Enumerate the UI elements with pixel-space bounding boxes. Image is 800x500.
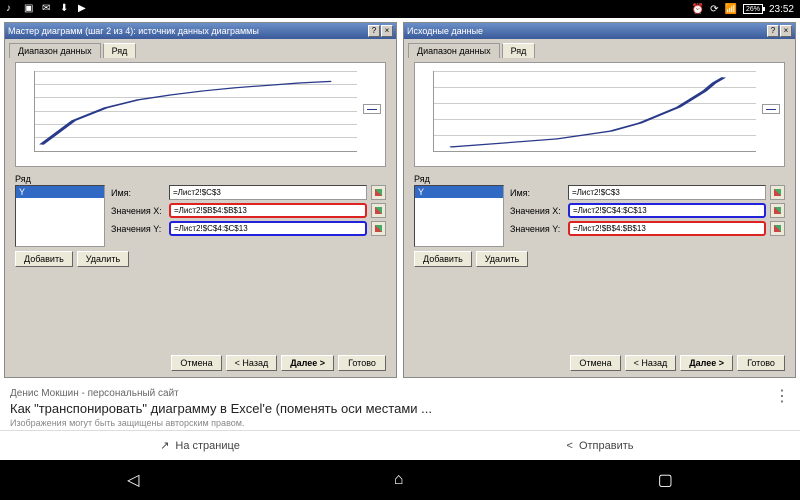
add-series-button[interactable]: Добавить <box>414 251 472 267</box>
close-button[interactable]: × <box>780 25 792 37</box>
open-page-label: На странице <box>175 440 239 452</box>
more-options-icon[interactable]: ⋮ <box>774 386 790 406</box>
name-label: Имя: <box>111 188 165 198</box>
notif-icon: ✉ <box>42 3 54 15</box>
x-values-input[interactable]: =Лист2!$C$4:$C$13 <box>568 203 766 218</box>
share-button[interactable]: < Отправить <box>400 431 800 460</box>
cancel-button[interactable]: Отмена <box>171 355 221 371</box>
page-title[interactable]: Как "транспонировать" диаграмму в Excel'… <box>10 401 790 416</box>
finish-button[interactable]: Готово <box>737 355 785 371</box>
chart-wizard-dialog-left: Мастер диаграмм (шаг 2 из 4): источник д… <box>4 22 397 378</box>
image-caption-panel: ⋮ Денис Мокшин - персональный сайт Как "… <box>0 382 800 430</box>
clock: 23:52 <box>769 4 794 15</box>
back-button[interactable]: < Назад <box>226 355 278 371</box>
series-listbox[interactable]: Y <box>414 185 504 247</box>
recent-nav-icon[interactable]: ▢ <box>658 470 673 490</box>
source-data-dialog-right: Исходные данные ? × Диапазон данных Ряд <box>403 22 796 378</box>
close-button[interactable]: × <box>381 25 393 37</box>
chart-plot-area <box>433 71 756 152</box>
tab-series[interactable]: Ряд <box>502 43 536 58</box>
help-button[interactable]: ? <box>368 25 380 37</box>
share-icon: < <box>567 440 573 452</box>
y-values-input[interactable]: =Лист2!$B$4:$B$13 <box>568 221 766 236</box>
chart-legend <box>762 104 780 114</box>
window-title: Исходные данные <box>407 26 483 36</box>
chart-preview <box>414 62 785 167</box>
name-input[interactable]: =Лист2!$C$3 <box>169 185 367 200</box>
y-values-input[interactable]: =Лист2!$C$4:$C$13 <box>169 221 367 236</box>
sync-icon: ⟳ <box>710 4 718 15</box>
notif-icon: ⬇ <box>60 3 72 15</box>
x-values-label: Значения X: <box>111 206 165 216</box>
open-page-button[interactable]: ↗ На странице <box>0 431 400 460</box>
tab-range[interactable]: Диапазон данных <box>9 43 101 58</box>
back-button[interactable]: < Назад <box>625 355 677 371</box>
open-icon: ↗ <box>160 439 169 452</box>
range-picker-icon[interactable] <box>770 221 785 236</box>
range-picker-icon[interactable] <box>371 221 386 236</box>
series-section-label: Ряд <box>414 174 785 184</box>
copyright-note: Изображения могут быть защищены авторски… <box>10 418 790 428</box>
y-values-label: Значения Y: <box>111 224 165 234</box>
wifi-icon: 📶 <box>725 4 737 15</box>
x-values-input[interactable]: =Лист2!$B$4:$B$13 <box>169 203 367 218</box>
help-button[interactable]: ? <box>767 25 779 37</box>
range-picker-icon[interactable] <box>371 185 386 200</box>
series-listbox[interactable]: Y <box>15 185 105 247</box>
series-list-item[interactable]: Y <box>16 186 104 198</box>
back-nav-icon[interactable]: ◁ <box>127 470 139 490</box>
next-button[interactable]: Далее > <box>281 355 334 371</box>
next-button[interactable]: Далее > <box>680 355 733 371</box>
delete-series-button[interactable]: Удалить <box>476 251 528 267</box>
titlebar: Исходные данные ? × <box>404 23 795 39</box>
battery-icon: 26% <box>743 4 763 14</box>
chart-legend <box>363 104 381 114</box>
name-input[interactable]: =Лист2!$C$3 <box>568 185 766 200</box>
share-label: Отправить <box>579 440 634 452</box>
chart-plot-area <box>34 71 357 152</box>
finish-button[interactable]: Готово <box>338 355 386 371</box>
tab-series[interactable]: Ряд <box>103 43 137 58</box>
android-statusbar: ♪ ▣ ✉ ⬇ ▶ ⏰ ⟳ 📶 26% 23:52 <box>0 0 800 18</box>
x-values-label: Значения X: <box>510 206 564 216</box>
range-picker-icon[interactable] <box>770 203 785 218</box>
range-picker-icon[interactable] <box>371 203 386 218</box>
android-navbar: ◁ ⌂ ▢ <box>0 460 800 500</box>
series-list-item[interactable]: Y <box>415 186 503 198</box>
source-site[interactable]: Денис Мокшин - персональный сайт <box>10 388 790 399</box>
browser-content: Мастер диаграмм (шаг 2 из 4): источник д… <box>0 18 800 460</box>
tab-strip: Диапазон данных Ряд <box>404 39 795 58</box>
window-title: Мастер диаграмм (шаг 2 из 4): источник д… <box>8 26 259 36</box>
home-nav-icon[interactable]: ⌂ <box>394 471 404 489</box>
image-comparison-row: Мастер диаграмм (шаг 2 из 4): источник д… <box>0 18 800 382</box>
alarm-icon: ⏰ <box>692 4 704 15</box>
notif-icon: ▶ <box>78 3 90 15</box>
notif-icon: ▣ <box>24 3 36 15</box>
delete-series-button[interactable]: Удалить <box>77 251 129 267</box>
tab-strip: Диапазон данных Ряд <box>5 39 396 58</box>
series-section-label: Ряд <box>15 174 386 184</box>
add-series-button[interactable]: Добавить <box>15 251 73 267</box>
action-bar: ↗ На странице < Отправить <box>0 430 800 460</box>
range-picker-icon[interactable] <box>770 185 785 200</box>
notif-icon: ♪ <box>6 3 18 15</box>
y-values-label: Значения Y: <box>510 224 564 234</box>
cancel-button[interactable]: Отмена <box>570 355 620 371</box>
name-label: Имя: <box>510 188 564 198</box>
tab-range[interactable]: Диапазон данных <box>408 43 500 58</box>
chart-preview <box>15 62 386 167</box>
titlebar: Мастер диаграмм (шаг 2 из 4): источник д… <box>5 23 396 39</box>
